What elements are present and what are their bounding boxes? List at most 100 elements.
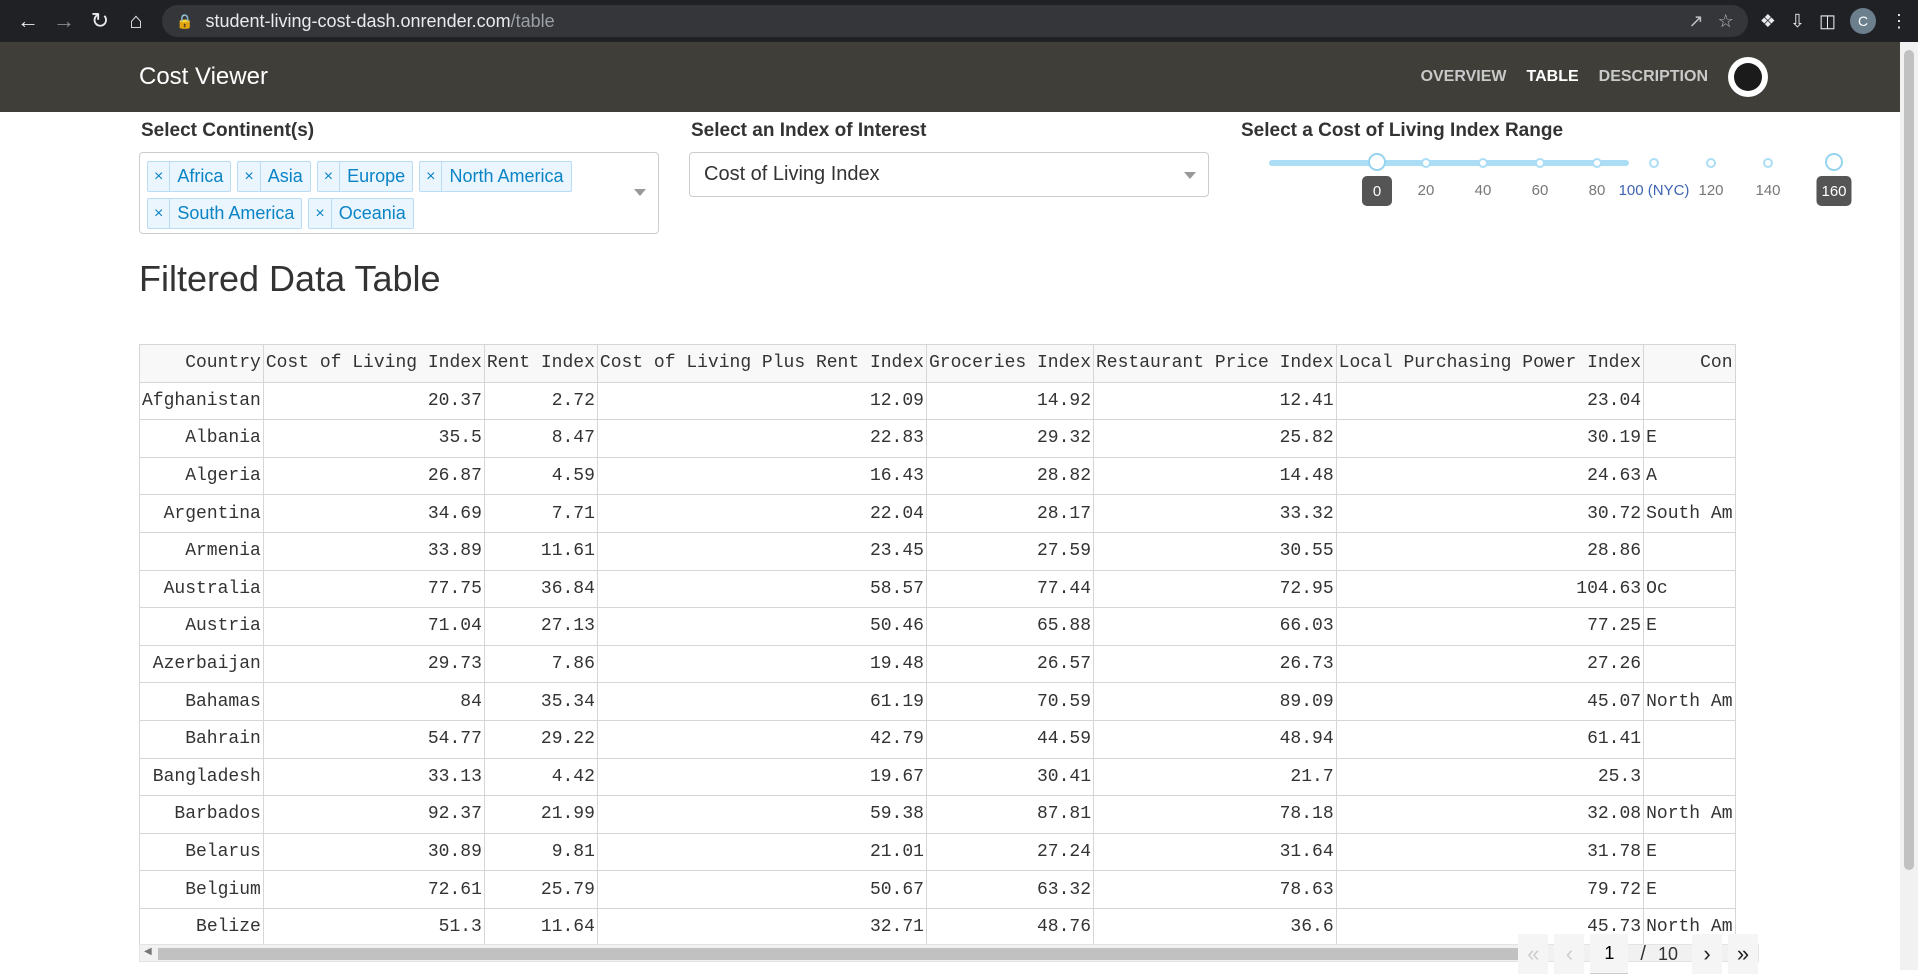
table-cell[interactable]: E bbox=[1643, 419, 1736, 458]
remove-chip-icon[interactable]: × bbox=[148, 199, 171, 228]
table-cell[interactable]: 44.59 bbox=[926, 720, 1095, 759]
table-cell[interactable]: 26.57 bbox=[926, 645, 1095, 684]
table-cell[interactable]: 21.99 bbox=[484, 795, 598, 834]
table-cell[interactable]: 28.82 bbox=[926, 457, 1095, 496]
table-cell[interactable]: 36.6 bbox=[1093, 908, 1337, 944]
table-cell[interactable]: 4.42 bbox=[484, 758, 598, 797]
table-cell[interactable]: Armenia bbox=[139, 532, 264, 571]
remove-chip-icon[interactable]: × bbox=[238, 162, 261, 191]
table-cell[interactable]: 61.19 bbox=[597, 682, 927, 721]
range-slider[interactable]: 20 40 60 80 100 (NYC) 120 140 0 160 bbox=[1239, 152, 1852, 232]
continent-multiselect[interactable]: × Africa × Asia × Europe × North America × South… bbox=[139, 152, 659, 234]
table-cell[interactable]: 9.81 bbox=[484, 833, 598, 872]
nav-link-description[interactable]: DESCRIPTION bbox=[1599, 68, 1708, 86]
table-cell[interactable]: North Am bbox=[1643, 682, 1736, 721]
table-cell[interactable]: 27.59 bbox=[926, 532, 1095, 571]
table-cell[interactable]: Argentina bbox=[139, 494, 264, 533]
table-cell[interactable]: Bangladesh bbox=[139, 758, 264, 797]
table-cell[interactable]: 77.25 bbox=[1336, 607, 1645, 646]
prev-page-icon[interactable]: ‹ bbox=[1554, 934, 1585, 974]
table-cell[interactable]: 66.03 bbox=[1093, 607, 1337, 646]
index-select[interactable]: Cost of Living Index bbox=[689, 152, 1209, 197]
table-cell[interactable]: 77.75 bbox=[263, 570, 485, 609]
table-cell[interactable]: 19.48 bbox=[597, 645, 927, 684]
table-cell[interactable]: E bbox=[1643, 870, 1736, 909]
table-cell[interactable]: 29.32 bbox=[926, 419, 1095, 458]
table-cell[interactable]: Azerbaijan bbox=[139, 645, 264, 684]
remove-chip-icon[interactable]: × bbox=[309, 199, 332, 228]
brand-title[interactable]: Cost Viewer bbox=[139, 63, 268, 91]
table-cell[interactable]: 71.04 bbox=[263, 607, 485, 646]
table-cell[interactable]: Belarus bbox=[139, 833, 264, 872]
table-cell[interactable]: 42.79 bbox=[597, 720, 927, 759]
table-cell[interactable]: 33.13 bbox=[263, 758, 485, 797]
table-cell[interactable]: 72.61 bbox=[263, 870, 485, 909]
table-cell[interactable]: 58.57 bbox=[597, 570, 927, 609]
table-cell[interactable]: 78.63 bbox=[1093, 870, 1337, 909]
nav-link-table[interactable]: TABLE bbox=[1527, 68, 1579, 86]
scroll-thumb[interactable] bbox=[158, 948, 1518, 960]
table-cell[interactable]: 35.5 bbox=[263, 419, 485, 458]
table-cell[interactable]: 61.41 bbox=[1336, 720, 1645, 759]
table-cell[interactable]: 33.89 bbox=[263, 532, 485, 571]
chevron-down-icon[interactable] bbox=[1184, 172, 1196, 179]
table-cell[interactable]: 4.59 bbox=[484, 457, 598, 496]
table-cell[interactable]: Oc bbox=[1643, 570, 1736, 609]
column-header[interactable]: Con bbox=[1643, 344, 1736, 383]
table-cell[interactable]: 32.08 bbox=[1336, 795, 1645, 834]
page-scrollbar[interactable] bbox=[1900, 42, 1918, 970]
table-cell[interactable]: 30.72 bbox=[1336, 494, 1645, 533]
table-cell[interactable]: 8.47 bbox=[484, 419, 598, 458]
table-cell[interactable]: 11.64 bbox=[484, 908, 598, 944]
page-scroll-thumb[interactable] bbox=[1904, 50, 1914, 870]
table-cell[interactable] bbox=[1643, 758, 1736, 797]
side-panel-icon[interactable]: ◫ bbox=[1819, 11, 1836, 32]
table-cell[interactable]: Australia bbox=[139, 570, 264, 609]
home-icon[interactable]: ⌂ bbox=[118, 3, 154, 39]
table-cell[interactable]: 87.81 bbox=[926, 795, 1095, 834]
download-icon[interactable]: ⇩ bbox=[1790, 11, 1805, 32]
menu-kebab-icon[interactable]: ⋮ bbox=[1890, 11, 1908, 32]
forward-icon[interactable]: → bbox=[46, 3, 82, 39]
table-cell[interactable]: 51.3 bbox=[263, 908, 485, 944]
table-cell[interactable]: Afghanistan bbox=[139, 382, 264, 421]
table-cell[interactable]: 31.78 bbox=[1336, 833, 1645, 872]
table-cell[interactable]: A bbox=[1643, 457, 1736, 496]
table-cell[interactable] bbox=[1643, 720, 1736, 759]
table-cell[interactable]: 26.73 bbox=[1093, 645, 1337, 684]
table-cell[interactable]: 29.22 bbox=[484, 720, 598, 759]
table-cell[interactable]: 54.77 bbox=[263, 720, 485, 759]
table-cell[interactable]: Belize bbox=[139, 908, 264, 944]
table-cell[interactable]: Bahamas bbox=[139, 682, 264, 721]
table-cell[interactable]: 45.07 bbox=[1336, 682, 1645, 721]
reload-icon[interactable]: ↻ bbox=[82, 3, 118, 39]
table-cell[interactable] bbox=[1643, 645, 1736, 684]
table-cell[interactable]: 35.34 bbox=[484, 682, 598, 721]
column-header[interactable]: Cost of Living Plus Rent Index bbox=[597, 344, 927, 383]
table-cell[interactable] bbox=[1643, 532, 1736, 571]
table-cell[interactable]: Barbados bbox=[139, 795, 264, 834]
column-header[interactable]: Groceries Index bbox=[926, 344, 1095, 383]
table-cell[interactable]: 89.09 bbox=[1093, 682, 1337, 721]
table-cell[interactable]: 25.82 bbox=[1093, 419, 1337, 458]
table-cell[interactable]: 2.72 bbox=[484, 382, 598, 421]
table-cell[interactable]: Algeria bbox=[139, 457, 264, 496]
table-cell[interactable]: 23.04 bbox=[1336, 382, 1645, 421]
table-cell[interactable]: 16.43 bbox=[597, 457, 927, 496]
back-icon[interactable]: ← bbox=[10, 3, 46, 39]
table-cell[interactable]: 12.09 bbox=[597, 382, 927, 421]
table-cell[interactable]: 25.3 bbox=[1336, 758, 1645, 797]
address-bar[interactable]: 🔒 student-living-cost-dash.onrender.com /… bbox=[162, 5, 1748, 37]
table-cell[interactable]: Bahrain bbox=[139, 720, 264, 759]
table-cell[interactable]: 7.71 bbox=[484, 494, 598, 533]
table-cell[interactable]: 104.63 bbox=[1336, 570, 1645, 609]
table-cell[interactable]: 50.67 bbox=[597, 870, 927, 909]
avatar[interactable]: C bbox=[1850, 8, 1876, 34]
table-cell[interactable]: 22.04 bbox=[597, 494, 927, 533]
table-cell[interactable]: 14.48 bbox=[1093, 457, 1337, 496]
table-cell[interactable]: 65.88 bbox=[926, 607, 1095, 646]
first-page-icon[interactable]: « bbox=[1518, 934, 1549, 974]
table-cell[interactable]: Albania bbox=[139, 419, 264, 458]
github-icon[interactable] bbox=[1728, 57, 1768, 97]
table-cell[interactable]: 32.71 bbox=[597, 908, 927, 944]
